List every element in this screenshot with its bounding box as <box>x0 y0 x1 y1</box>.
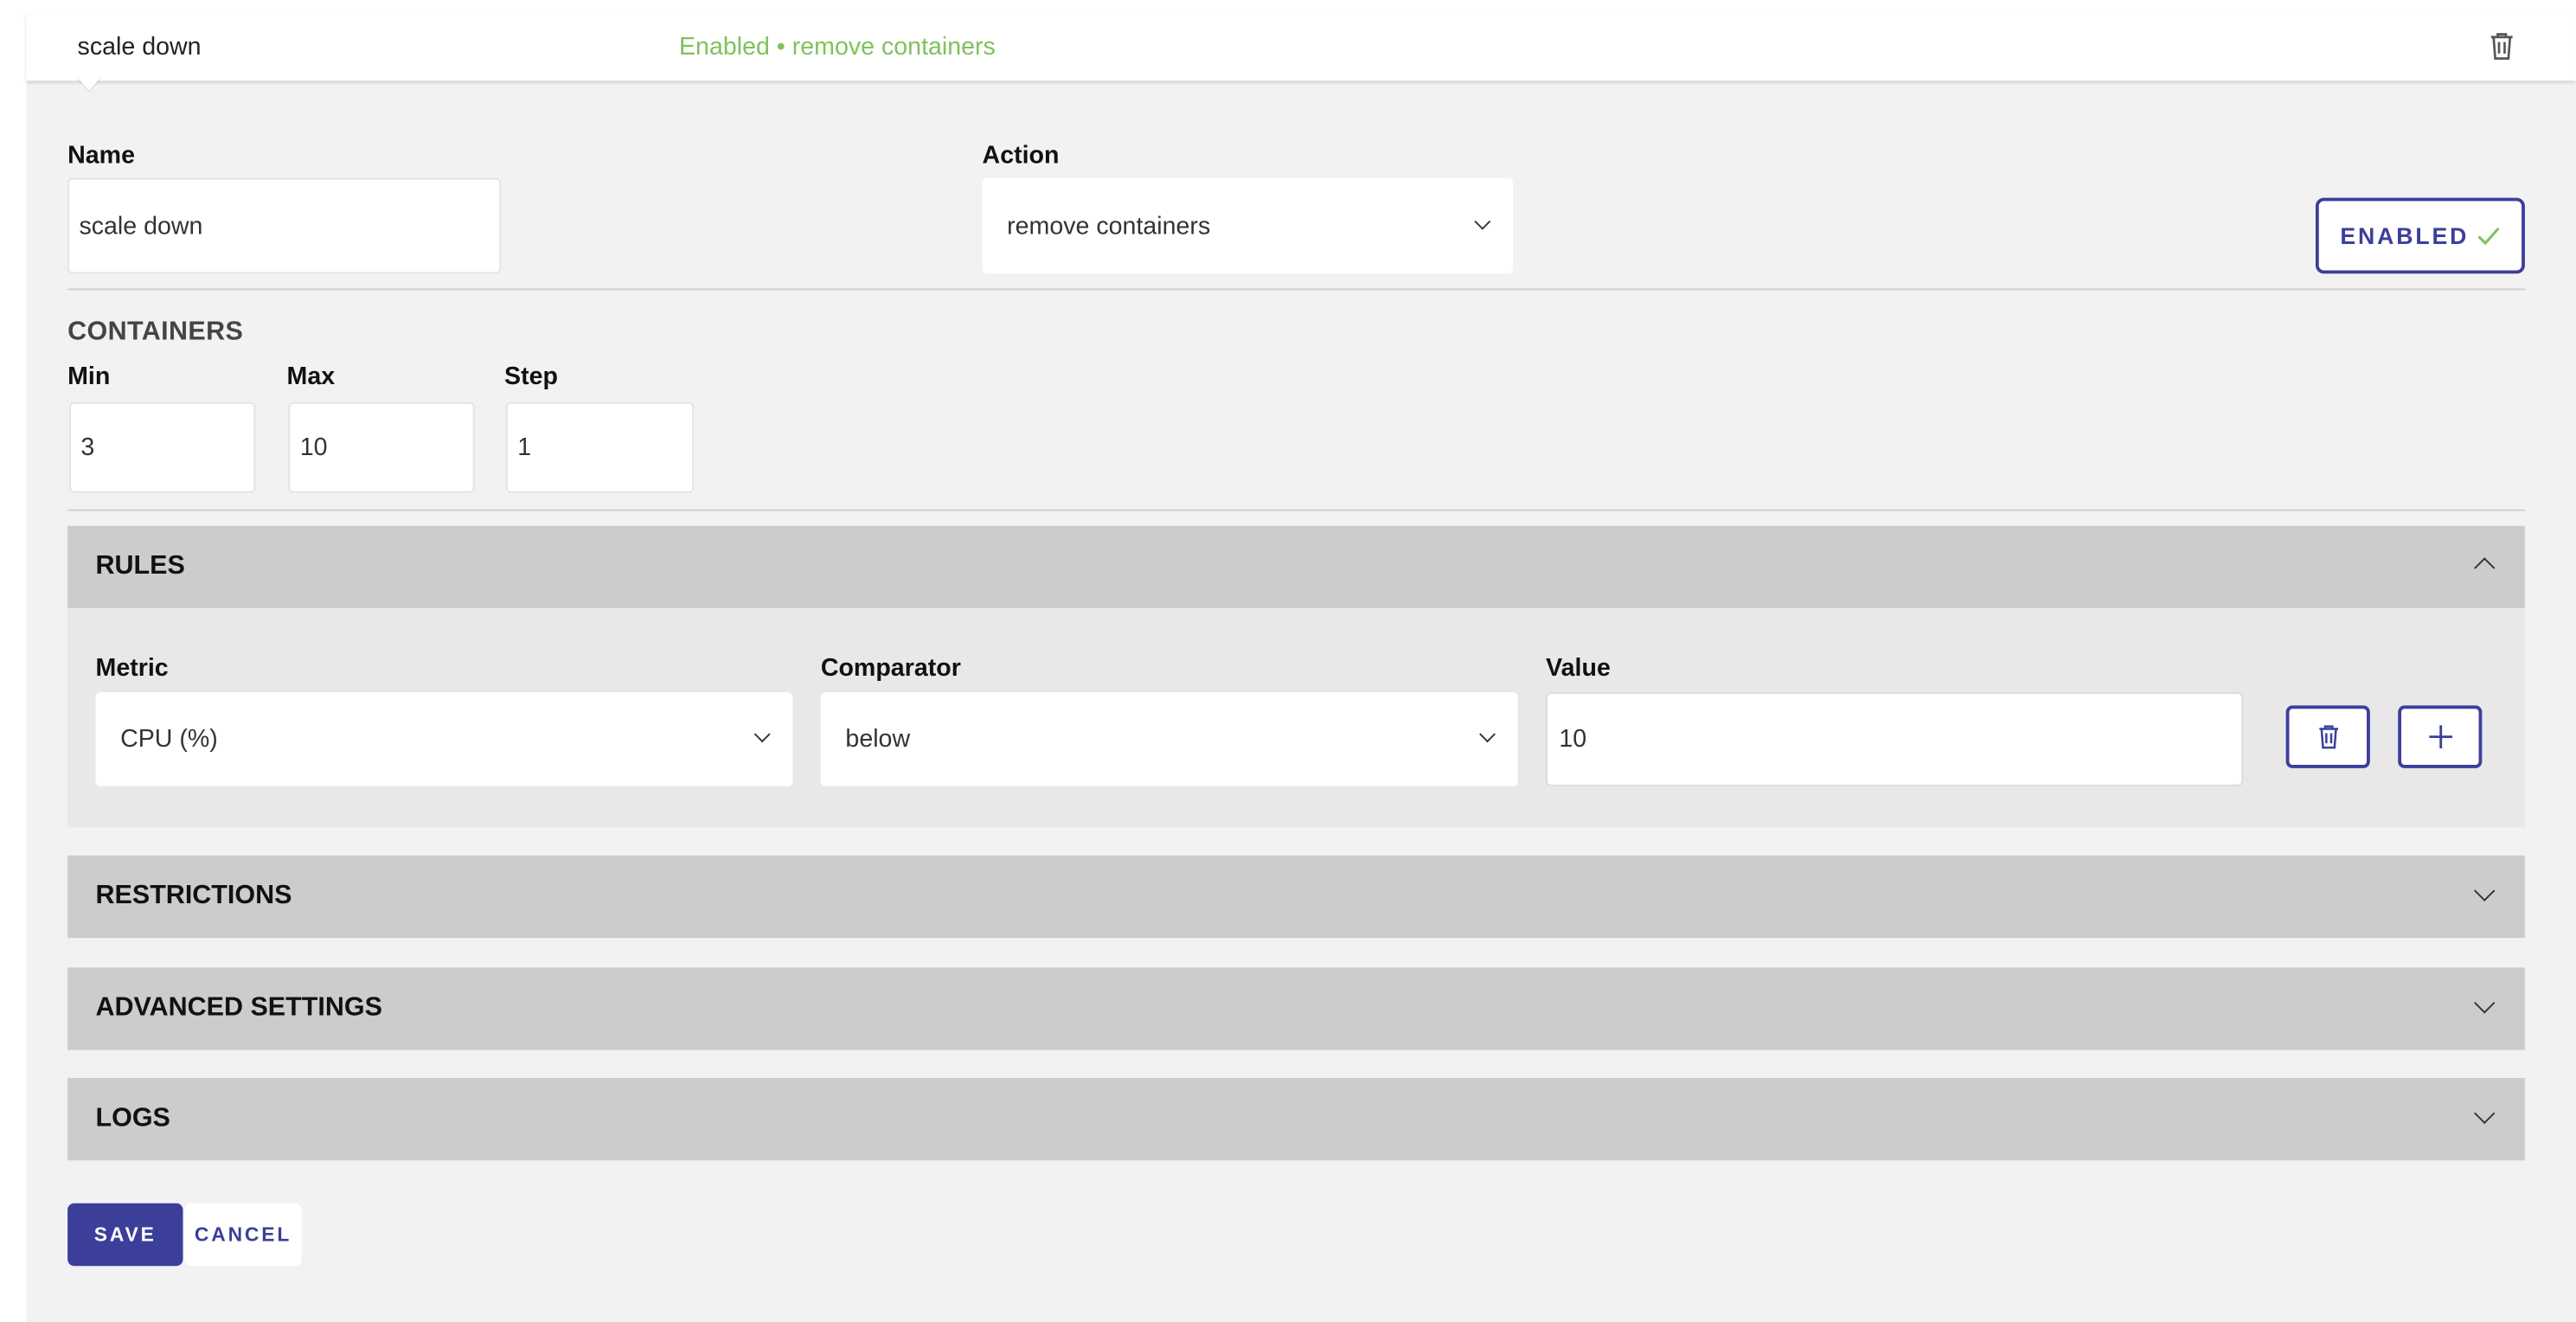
header-caret <box>75 75 103 91</box>
policy-status: Enabled • remove containers <box>678 33 996 61</box>
containers-title: CONTAINERS <box>67 318 244 347</box>
rules-accordion-header[interactable]: RULES <box>67 525 2525 609</box>
advanced-settings-title: ADVANCED SETTINGS <box>95 993 382 1023</box>
divider <box>67 288 2525 291</box>
value-label: Value <box>1546 654 1611 683</box>
enabled-toggle-button[interactable]: ENABLED <box>2315 197 2525 274</box>
logs-title: LOGS <box>95 1104 170 1133</box>
enabled-label: ENABLED <box>2340 222 2470 249</box>
advanced-settings-accordion-header[interactable]: ADVANCED SETTINGS <box>67 967 2525 1050</box>
metric-select-value: CPU (%) <box>120 725 218 754</box>
max-label: Max <box>286 363 336 391</box>
chevron-down-icon <box>1479 726 1496 743</box>
plus-icon <box>2428 725 2452 748</box>
action-select-value: remove containers <box>1007 211 1211 241</box>
chevron-down-icon <box>753 726 771 743</box>
cancel-button[interactable]: CANCEL <box>184 1203 302 1267</box>
chevron-up-icon <box>2474 557 2496 579</box>
step-input[interactable]: 1 <box>505 401 695 493</box>
restrictions-title: RESTRICTIONS <box>95 882 292 910</box>
trash-icon[interactable] <box>2489 31 2515 61</box>
rule-value-input[interactable]: 10 <box>1546 692 2244 786</box>
policy-title: scale down <box>77 33 202 61</box>
policy-header[interactable] <box>26 13 2576 81</box>
metric-select[interactable]: CPU (%) <box>95 692 793 786</box>
rules-body: Metric CPU (%) Comparator below Value 10 <box>67 608 2525 828</box>
chevron-down-icon <box>2474 1102 2496 1125</box>
max-input[interactable]: 10 <box>288 401 475 493</box>
trash-icon <box>2318 725 2338 749</box>
rules-title: RULES <box>95 552 185 581</box>
save-button[interactable]: SAVE <box>67 1203 183 1267</box>
autoscaling-policy-editor: scale down Enabled • remove containers N… <box>0 0 2576 1322</box>
chevron-down-icon <box>2474 880 2496 902</box>
comparator-select-value: below <box>845 725 911 754</box>
action-select[interactable]: remove containers <box>982 177 1514 274</box>
min-label: Min <box>67 363 111 391</box>
action-label: Action <box>982 141 1060 170</box>
check-icon <box>2477 227 2500 246</box>
chevron-down-icon <box>1474 213 1491 230</box>
step-label: Step <box>504 363 558 391</box>
min-input[interactable]: 3 <box>69 401 256 493</box>
logs-accordion-header[interactable]: LOGS <box>67 1078 2525 1161</box>
chevron-down-icon <box>2474 992 2496 1014</box>
comparator-label: Comparator <box>820 654 961 683</box>
name-input[interactable]: scale down <box>67 177 502 274</box>
restrictions-accordion-header[interactable]: RESTRICTIONS <box>67 855 2525 939</box>
delete-rule-button[interactable] <box>2285 705 2370 768</box>
divider <box>67 509 2525 511</box>
name-label: Name <box>67 141 135 170</box>
comparator-select[interactable]: below <box>820 692 1518 786</box>
add-rule-button[interactable] <box>2398 705 2483 768</box>
metric-label: Metric <box>95 654 169 683</box>
